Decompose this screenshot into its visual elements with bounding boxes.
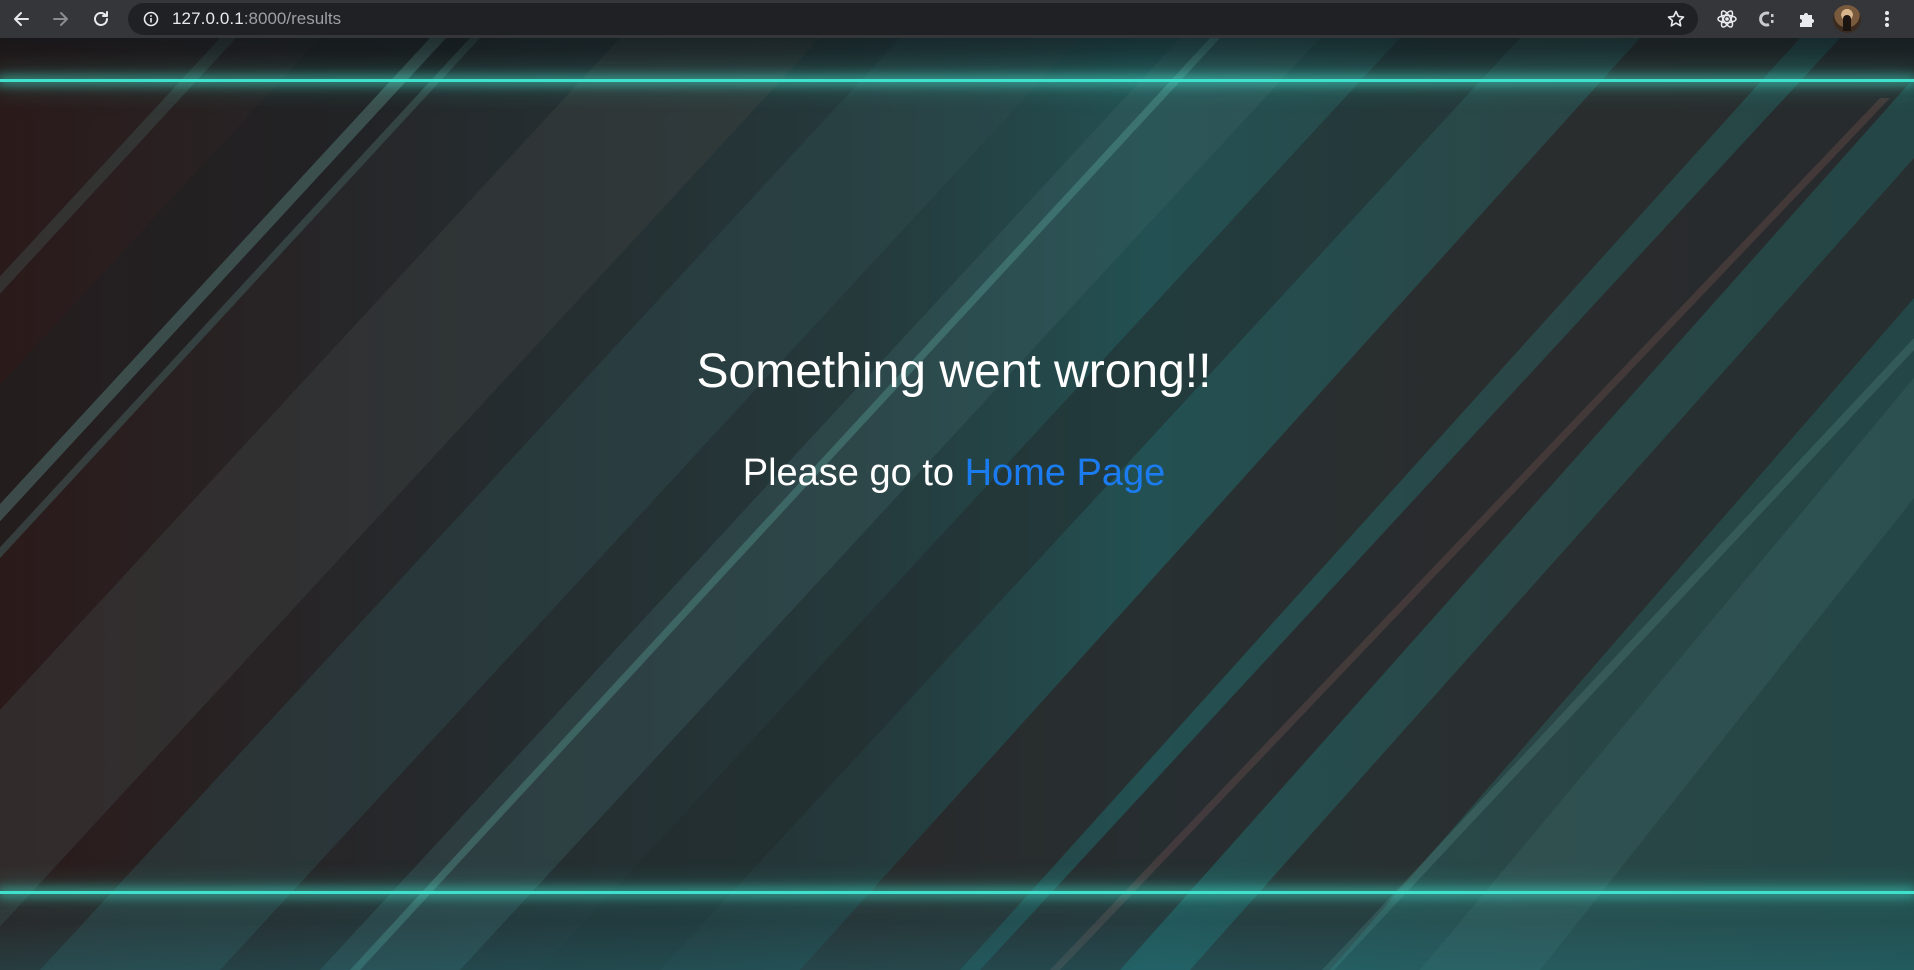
home-page-link[interactable]: Home Page <box>965 452 1166 494</box>
bookmark-star-icon[interactable] <box>1666 9 1686 29</box>
url-host: 127.0.0.1 <box>172 9 244 28</box>
back-arrow-icon[interactable] <box>9 7 33 31</box>
error-content: Something went wrong!! Please go to Home… <box>0 38 1914 970</box>
message-prefix: Please go to <box>742 452 965 494</box>
error-message: Please go to Home Page <box>0 451 1908 495</box>
more-menu-icon[interactable] <box>1876 8 1898 30</box>
react-devtools-icon[interactable] <box>1716 8 1738 30</box>
page-viewport: Something went wrong!! Please go to Home… <box>0 38 1914 970</box>
site-info-icon[interactable] <box>142 10 160 28</box>
extension-c-icon[interactable] <box>1756 8 1778 30</box>
error-title: Something went wrong!! <box>696 345 1212 398</box>
browser-toolbar: 127.0.0.1:8000/results <box>0 0 1914 38</box>
reload-icon[interactable] <box>89 7 113 31</box>
url-path: :8000/results <box>243 9 342 28</box>
extensions-puzzle-icon[interactable] <box>1796 8 1818 30</box>
address-bar[interactable]: 127.0.0.1:8000/results <box>128 3 1698 35</box>
profile-avatar[interactable] <box>1833 5 1861 33</box>
forward-arrow-icon[interactable] <box>49 7 73 31</box>
